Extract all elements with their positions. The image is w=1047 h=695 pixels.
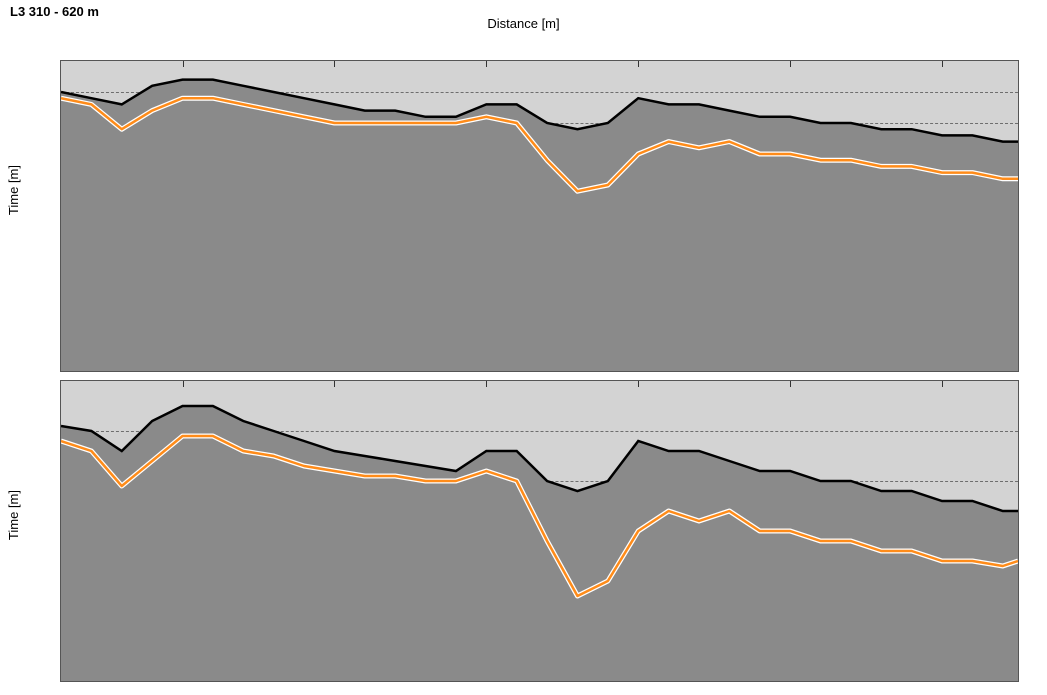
panel-1-overlay — [61, 61, 1018, 371]
seismic-panel-2: 8080858590909595100100105105110110 — [60, 380, 1019, 682]
seismic-panel-1: 6060656570707575808085859090959510010010… — [60, 60, 1019, 372]
page: L3 310 - 620 m Distance [m] Time [m] 606… — [0, 0, 1047, 695]
y-axis-label-1: Time [m] — [6, 165, 21, 215]
x-axis-label: Distance [m] — [0, 16, 1047, 31]
y-axis-label-2: Time [m] — [6, 490, 21, 540]
subsurface-region — [61, 406, 1018, 681]
panel-2-overlay — [61, 381, 1018, 681]
panel-2-wrap: 8080858590909595100100105105110110 — [60, 380, 1017, 680]
subsurface-region — [61, 80, 1018, 371]
panel-1-wrap: 6060656570707575808085859090959510010010… — [60, 60, 1017, 370]
